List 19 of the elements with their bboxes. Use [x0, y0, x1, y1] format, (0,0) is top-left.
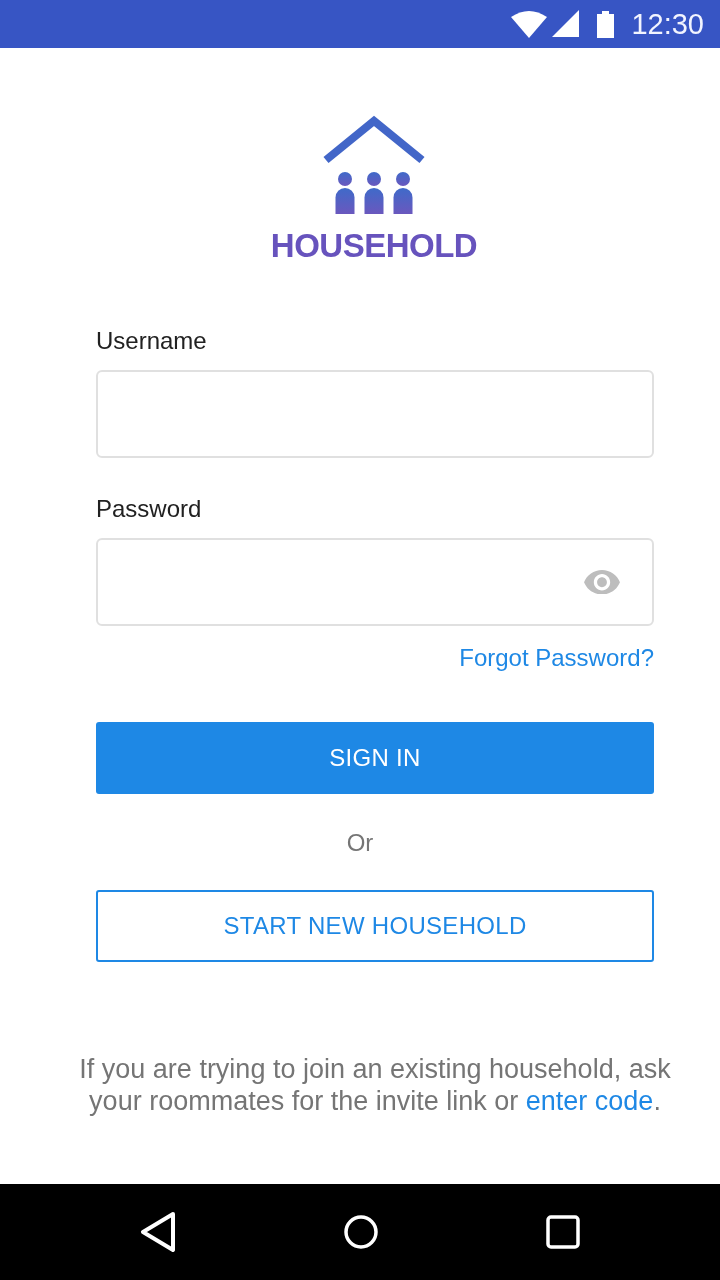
recents-icon[interactable]	[546, 1215, 580, 1249]
separator-text: Or	[346, 829, 374, 857]
wifi-icon	[511, 10, 548, 38]
signal-icon	[552, 10, 580, 37]
status-time: 12:30	[631, 7, 704, 41]
start-household-button[interactable]: START NEW HOUSEHOLD	[96, 890, 654, 962]
password-field[interactable]	[96, 538, 654, 626]
home-icon[interactable]	[344, 1215, 378, 1249]
sign-in-button[interactable]: SIGN IN	[96, 722, 654, 794]
brand-name: HOUSEHOLD	[270, 229, 478, 262]
house-logo-icon	[322, 114, 426, 214]
field-label: Username	[96, 327, 208, 355]
forgot-password-link[interactable]: Forgot Password?	[459, 644, 654, 672]
enter-code-link[interactable]: enter code	[525, 1086, 654, 1116]
input-field[interactable]	[96, 370, 654, 458]
back-icon[interactable]	[140, 1212, 176, 1252]
footer-text: If you are trying to join an existing household, ask your roommates for the invite link or enter code.	[78, 1053, 672, 1117]
battery-icon	[597, 10, 615, 38]
field-label: Password	[96, 495, 203, 523]
